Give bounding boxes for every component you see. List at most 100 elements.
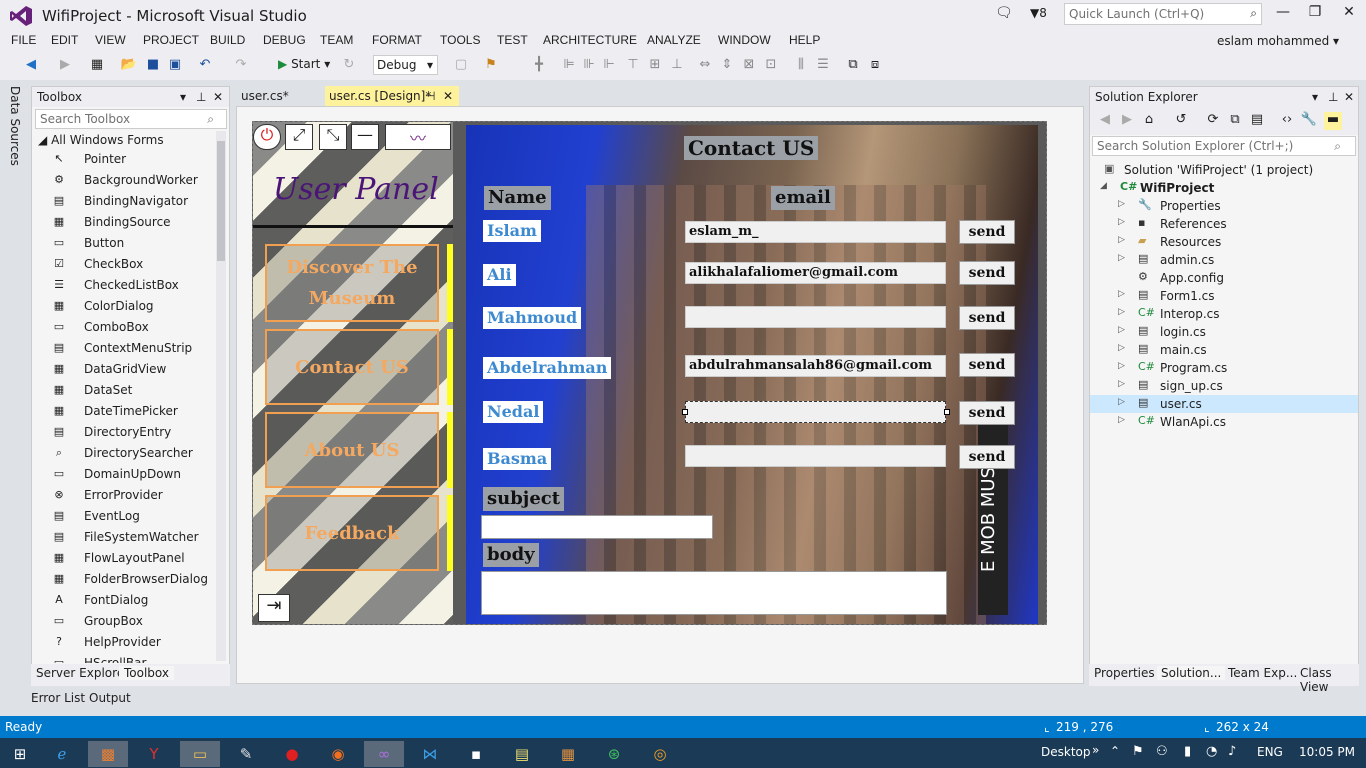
scrollbar-thumb[interactable] [217, 141, 225, 261]
pin-icon[interactable]: ⊥ [1328, 90, 1338, 104]
email-field-islam[interactable]: eslam_m_ [685, 221, 946, 243]
windows-start-icon[interactable]: ⊞ [0, 741, 40, 767]
exit-door-icon[interactable]: ⇥ [258, 594, 290, 622]
save-all-icon[interactable]: ▣ [166, 57, 184, 75]
opera-icon[interactable]: ● [272, 741, 312, 767]
flag-icon[interactable]: ⚑ [1132, 744, 1144, 759]
file-explorer-icon[interactable]: ▭ [180, 741, 220, 767]
align-left-icon[interactable]: ⊫ [560, 57, 578, 75]
notepad-icon[interactable]: ▤ [502, 741, 542, 767]
send-button-nedal[interactable]: send [959, 401, 1015, 425]
nav-about-us[interactable]: About US [265, 412, 439, 488]
send-button-ali[interactable]: send [959, 261, 1015, 285]
paint-icon[interactable]: ✎ [226, 741, 266, 767]
tab-toolbox[interactable]: Toolbox [119, 666, 174, 680]
tab-solution-explorer[interactable]: Solution... [1157, 666, 1226, 680]
send-button-mahmoud[interactable]: send [959, 306, 1015, 330]
tab-class-view[interactable]: Class View [1300, 666, 1359, 694]
menu-architecture[interactable]: ARCHITECTURE [543, 33, 637, 47]
xampp-icon[interactable]: ▩ [88, 741, 128, 767]
close-button[interactable]: ✕ [1334, 4, 1364, 24]
bring-to-front-icon[interactable]: ⧉ [844, 57, 862, 75]
history-icon[interactable]: ↺ [1172, 112, 1190, 130]
language-indicator[interactable]: ENG [1257, 745, 1283, 759]
menu-tools[interactable]: TOOLS [440, 33, 480, 47]
send-button-islam[interactable]: send [959, 220, 1015, 244]
align-middle-icon[interactable]: ⊞ [646, 57, 664, 75]
sync-icon[interactable]: ⟳ [1204, 112, 1222, 130]
command-prompt-icon[interactable]: ▪ [456, 741, 496, 767]
user-form[interactable]: ⏻ ⤢ ⤡ — 〰 User Panel Discover The Museum… [252, 121, 1047, 625]
email-field-ali[interactable]: alikhalafaliomer@gmail.com [685, 262, 946, 284]
undo-icon[interactable]: ↶ [196, 57, 214, 75]
menu-analyze[interactable]: ANALYZE [647, 33, 701, 47]
chrome-icon[interactable]: ◎ [640, 741, 680, 767]
forward-icon[interactable]: ▶ [1118, 112, 1136, 130]
toolbox-scrollbar[interactable] [216, 131, 226, 661]
menu-debug[interactable]: DEBUG [263, 33, 306, 47]
align-bottom-icon[interactable]: ⊥ [668, 57, 686, 75]
nav-contact-us[interactable]: Contact US [265, 329, 439, 405]
maximize-button[interactable]: ❐ [1300, 4, 1330, 24]
forward-icon[interactable]: ▶ [56, 57, 74, 75]
tab-team-explorer[interactable]: Team Exp... [1228, 666, 1297, 680]
new-project-icon[interactable]: ▦ [88, 57, 106, 75]
feedback-count[interactable]: ▼8 [1030, 6, 1047, 20]
expand-icon[interactable]: » [1092, 743, 1099, 757]
power-icon[interactable]: ⏻ [253, 124, 281, 150]
subject-input[interactable] [481, 515, 713, 539]
expand-arrow-icon[interactable]: ▷ [1118, 343, 1125, 353]
show-all-files-icon[interactable]: ▤ [1248, 112, 1266, 130]
expand-arrow-icon[interactable]: ▷ [1118, 235, 1125, 245]
align-right-icon[interactable]: ⊩ [600, 57, 618, 75]
tab-user-cs-design[interactable]: user.cs [Design]* ⊣ ✕ [325, 86, 459, 106]
align-center-icon[interactable]: ⊪ [580, 57, 598, 75]
expand-arrow-icon[interactable]: ▷ [1118, 253, 1125, 263]
find-icon[interactable]: ⚑ [482, 57, 500, 75]
menu-help[interactable]: HELP [789, 33, 820, 47]
nav-feedback[interactable]: Feedback [265, 495, 439, 571]
internet-explorer-icon[interactable]: ℯ [42, 741, 82, 767]
menu-test[interactable]: TEST [497, 33, 528, 47]
back-icon[interactable]: ◀ [22, 57, 40, 75]
same-height-icon[interactable]: ⇕ [718, 57, 736, 75]
expand-arrow-icon[interactable]: ▷ [1118, 199, 1125, 209]
dash-icon[interactable]: — [351, 124, 379, 150]
tab-properties[interactable]: Properties [1094, 666, 1155, 680]
wifi-icon[interactable]: ◔ [1206, 744, 1217, 759]
network-icon[interactable]: ⚇ [1156, 744, 1168, 759]
dropdown-icon[interactable]: ▾ [1312, 90, 1318, 104]
email-field-basma[interactable] [685, 445, 946, 467]
data-sources-tab[interactable]: Data Sources [8, 86, 22, 166]
size-to-grid-icon[interactable]: ⊡ [762, 57, 780, 75]
align-top-icon[interactable]: ⊤ [624, 57, 642, 75]
collapse-all-icon[interactable]: ⧉ [1226, 112, 1244, 130]
send-button-abdelrahman[interactable]: send [959, 353, 1015, 377]
close-icon[interactable]: ✕ [443, 89, 453, 103]
body-input[interactable] [481, 571, 947, 615]
tab-user-cs[interactable]: user.cs* [236, 86, 324, 106]
yb-app-icon[interactable]: Y [134, 741, 174, 767]
resize-handle[interactable] [682, 409, 688, 415]
firefox-icon[interactable]: ◉ [318, 741, 358, 767]
expand-arrow-icon[interactable]: ▷ [1118, 217, 1125, 227]
refresh-icon[interactable]: ↻ [340, 57, 358, 75]
preview-icon[interactable]: ▬ [1324, 112, 1342, 130]
breakpoint-icon[interactable]: ▢ [452, 57, 470, 75]
tab-output[interactable]: Output [89, 691, 131, 705]
same-size-icon[interactable]: ⊠ [740, 57, 758, 75]
menu-edit[interactable]: EDIT [51, 33, 78, 47]
resize-handle[interactable] [944, 409, 950, 415]
nav-discover-museum[interactable]: Discover The Museum [265, 244, 439, 322]
pin-icon[interactable]: ⊣ [425, 89, 435, 103]
horizontal-spacing-icon[interactable]: ⫼ [792, 57, 810, 75]
email-field-abdelrahman[interactable]: abdulrahmansalah86@gmail.com [685, 355, 946, 377]
menu-team[interactable]: TEAM [320, 33, 353, 47]
network-app-icon[interactable]: ⊛ [594, 741, 634, 767]
menu-view[interactable]: VIEW [95, 33, 126, 47]
quick-launch-input[interactable]: Quick Launch (Ctrl+Q) ⌕ [1064, 3, 1262, 25]
start-debug-button[interactable]: ▶ Start ▾ [278, 57, 330, 71]
save-icon[interactable]: ■ [144, 57, 162, 75]
tray-arrow-icon[interactable]: ⌃ [1110, 744, 1120, 758]
expand-arrow-icon[interactable]: ▷ [1118, 415, 1125, 425]
